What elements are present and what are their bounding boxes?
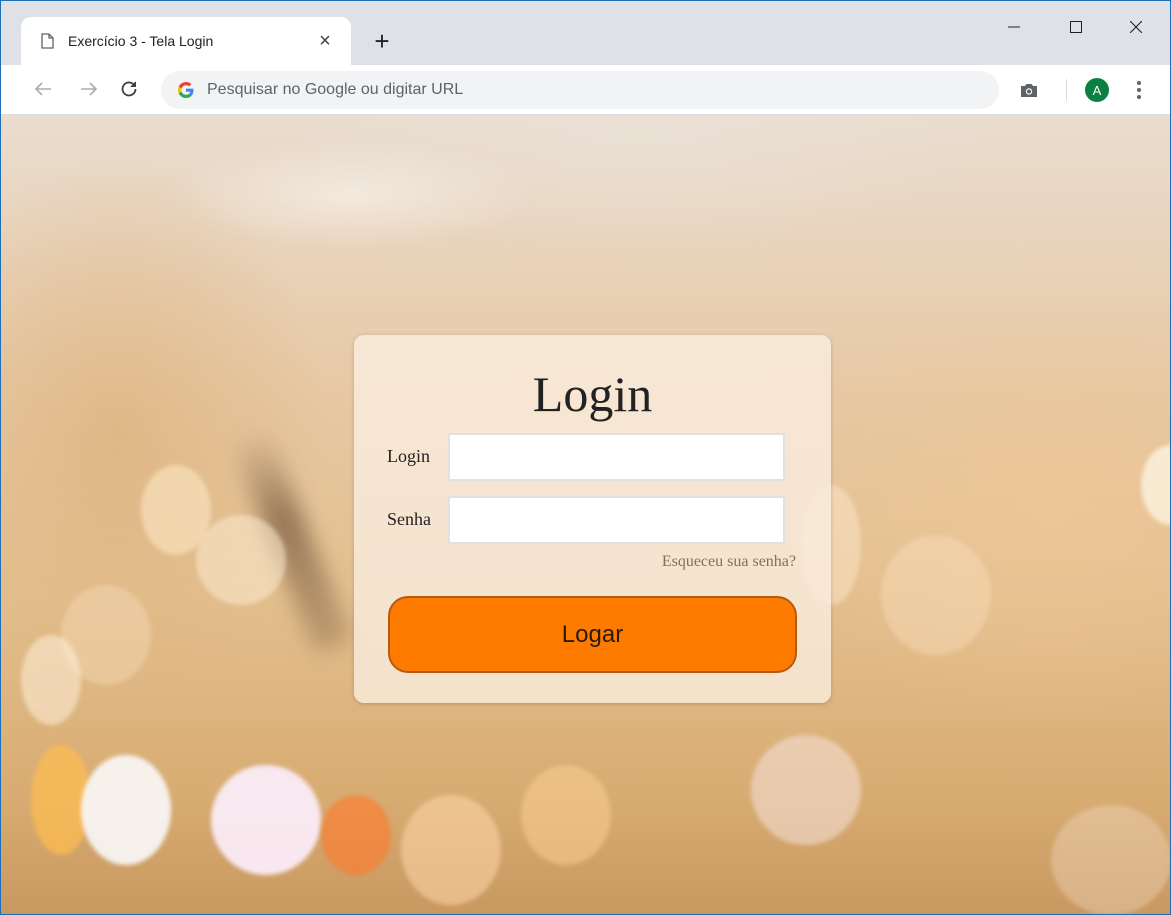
- browser-window: Exercício 3 - Tela Login × + Pesquisar n…: [0, 0, 1171, 915]
- bokeh-light: [1141, 445, 1170, 525]
- bokeh-light: [81, 755, 171, 865]
- login-card: Login Login Senha Esqueceu sua senha? Lo…: [354, 335, 831, 703]
- tab-active[interactable]: Exercício 3 - Tela Login ×: [21, 17, 351, 65]
- login-label: Login: [387, 446, 430, 466]
- toolbar-separator: [1066, 79, 1067, 101]
- password-label: Senha: [387, 509, 431, 529]
- new-tab-button[interactable]: +: [368, 27, 396, 55]
- profile-avatar[interactable]: A: [1085, 78, 1109, 102]
- camera-icon[interactable]: [1016, 77, 1042, 103]
- bokeh-light: [196, 515, 286, 605]
- tab-title: Exercício 3 - Tela Login: [68, 33, 214, 49]
- maximize-window-button[interactable]: [1053, 11, 1099, 43]
- google-g-icon: [177, 81, 195, 99]
- page-icon: [41, 33, 54, 49]
- page-title: Login: [532, 366, 653, 422]
- reload-icon[interactable]: [115, 75, 143, 103]
- close-tab-icon[interactable]: ×: [315, 31, 335, 51]
- close-window-button[interactable]: [1113, 11, 1159, 43]
- login-submit-button[interactable]: Logar: [388, 596, 797, 673]
- password-input[interactable]: [448, 496, 785, 544]
- bokeh-light: [881, 535, 991, 655]
- forward-arrow-icon[interactable]: [75, 75, 103, 103]
- kebab-menu-icon[interactable]: [1129, 77, 1149, 103]
- bokeh-light: [211, 765, 321, 875]
- login-input[interactable]: [448, 433, 785, 481]
- address-bar[interactable]: [161, 71, 999, 109]
- bokeh-light: [21, 635, 81, 725]
- url-input[interactable]: [207, 81, 967, 99]
- tab-strip: Exercício 3 - Tela Login × +: [1, 1, 1170, 65]
- forgot-password-link[interactable]: Esqueceu sua senha?: [662, 553, 796, 571]
- back-arrow-icon[interactable]: [29, 75, 57, 103]
- bokeh-light: [401, 795, 501, 905]
- browser-toolbar: A: [1, 65, 1170, 115]
- bokeh-light: [521, 765, 611, 865]
- bokeh-light: [321, 795, 391, 875]
- minimize-window-button[interactable]: [991, 11, 1037, 43]
- page-background: Login Login Senha Esqueceu sua senha? Lo…: [1, 115, 1170, 914]
- bokeh-light: [751, 735, 861, 845]
- bokeh-light: [1051, 805, 1170, 914]
